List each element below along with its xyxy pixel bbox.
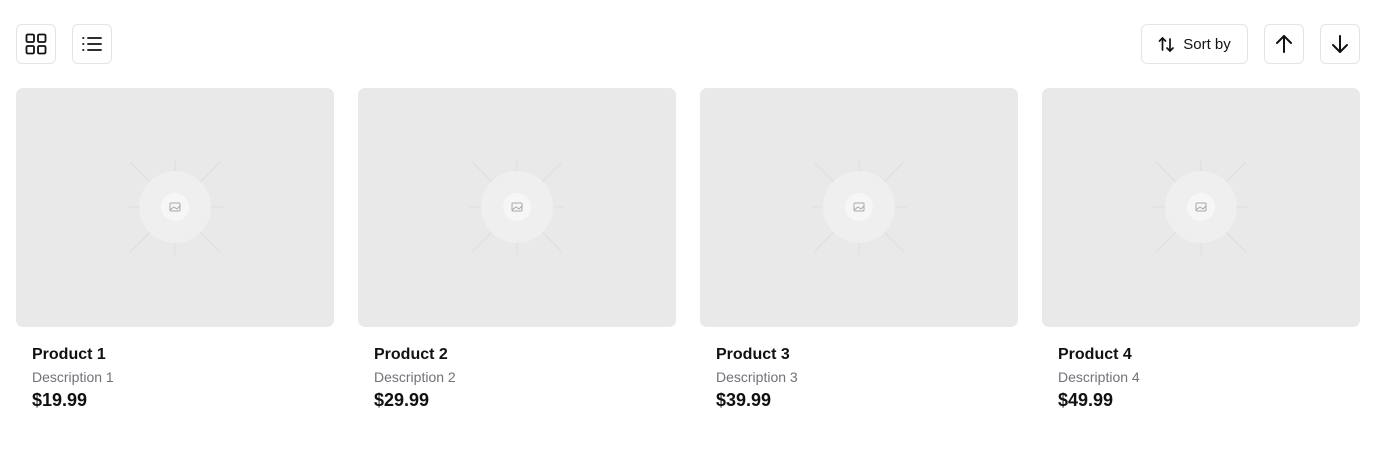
product-description: Description 1: [32, 369, 114, 385]
product-name: Product 1: [32, 346, 106, 363]
product-card[interactable]: Product 3 Description 3 $39.99: [700, 88, 1018, 428]
arrows-up-down-icon: [1158, 36, 1175, 53]
arrow-down-icon: [1329, 33, 1351, 55]
product-description: Description 2: [374, 369, 456, 385]
image-placeholder-graphic: [127, 159, 223, 255]
product-price: $39.99: [716, 390, 772, 410]
list-icon: [81, 33, 103, 55]
product-card[interactable]: Product 4 Description 4 $49.99: [1042, 88, 1360, 428]
image-placeholder-graphic: [811, 159, 907, 255]
grid-view-button[interactable]: [16, 24, 56, 64]
product-card[interactable]: Product 2 Description 2 $29.99: [358, 88, 676, 428]
product-description: Description 4: [1058, 369, 1140, 385]
grid-icon: [25, 33, 47, 55]
product-price: $49.99: [1058, 390, 1114, 410]
product-name: Product 4: [1058, 346, 1132, 363]
image-placeholder-graphic: [1153, 159, 1249, 255]
arrow-up-icon: [1273, 33, 1295, 55]
product-price: $19.99: [32, 390, 88, 410]
product-image-placeholder: [16, 88, 334, 327]
product-name: Product 2: [374, 346, 448, 363]
sort-by-button[interactable]: Sort by: [1141, 24, 1248, 64]
sort-descending-button[interactable]: [1320, 24, 1360, 64]
product-image-placeholder: [1042, 88, 1360, 327]
product-name: Product 3: [716, 346, 790, 363]
product-description: Description 3: [716, 369, 798, 385]
product-card[interactable]: Product 1 Description 1 $19.99: [16, 88, 334, 428]
sort-by-label: Sort by: [1183, 35, 1231, 53]
product-price: $29.99: [374, 390, 430, 410]
product-image-placeholder: [700, 88, 1018, 327]
product-image-placeholder: [358, 88, 676, 327]
list-view-button[interactable]: [72, 24, 112, 64]
sort-ascending-button[interactable]: [1264, 24, 1304, 64]
toolbar: Sort by: [0, 0, 1376, 88]
image-placeholder-graphic: [469, 159, 565, 255]
